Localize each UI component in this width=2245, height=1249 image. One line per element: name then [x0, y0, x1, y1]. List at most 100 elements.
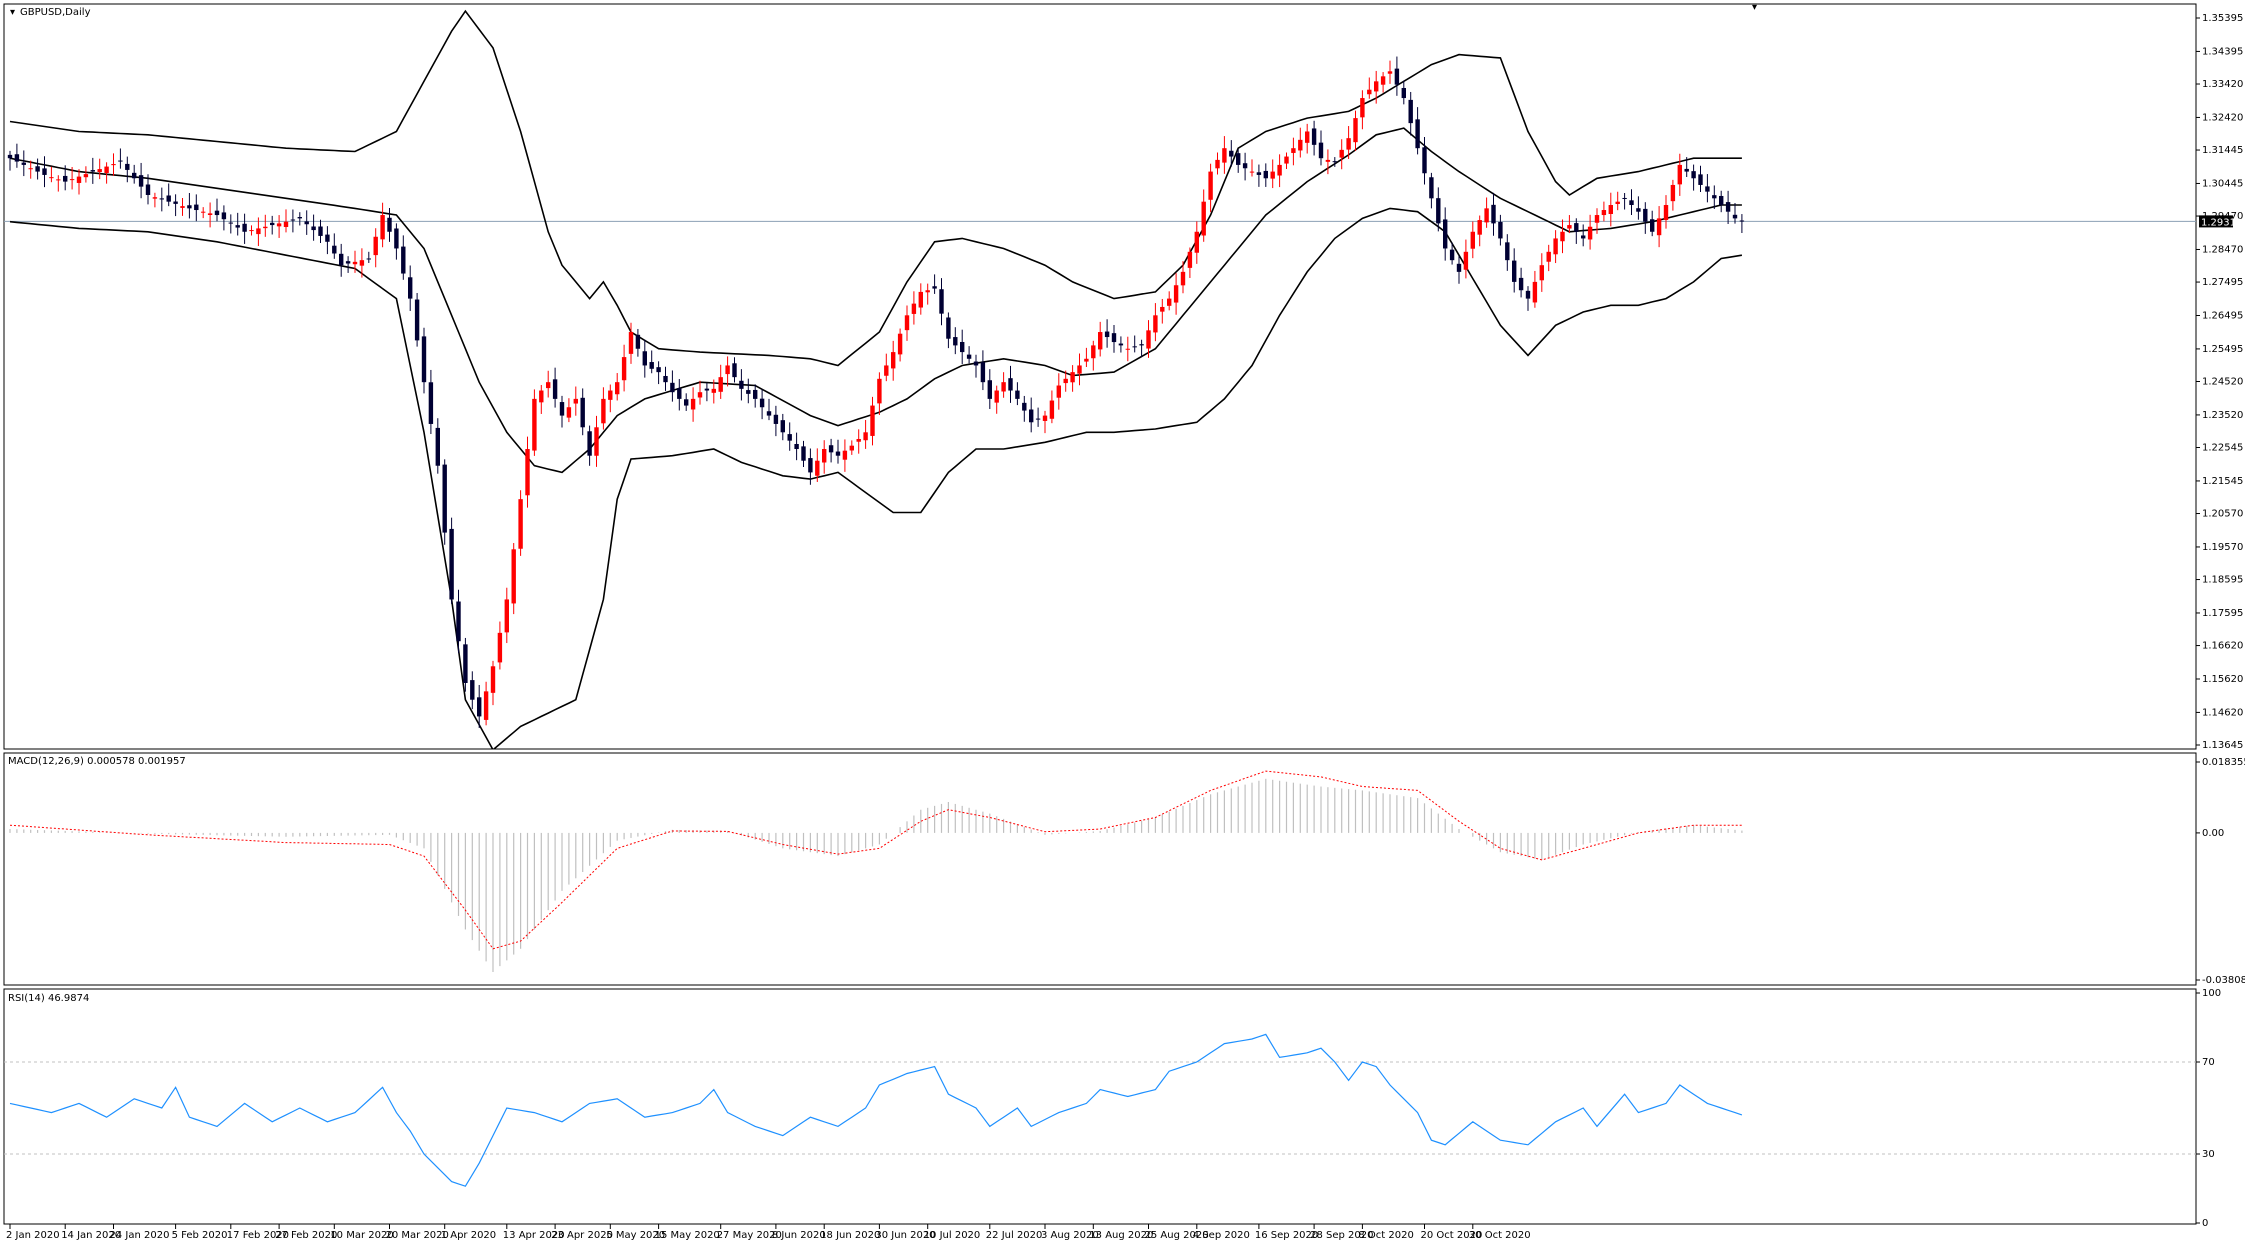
price-tick-label: 1.28470 [2202, 244, 2243, 255]
candle-body [1739, 220, 1745, 222]
candle-body [428, 382, 434, 424]
candle-body [1180, 271, 1186, 286]
current-price-tag: 1.29310 [2199, 215, 2242, 228]
candle-body [214, 210, 220, 216]
candle-body [670, 382, 675, 393]
rsi-tick-label: 0 [2202, 1218, 2208, 1229]
candle-body [1339, 149, 1344, 158]
candle-body [1691, 171, 1696, 179]
candle-body [125, 163, 130, 170]
candle-body [311, 226, 316, 231]
candle-body [973, 361, 979, 366]
candle-body [739, 380, 744, 389]
candle-body [56, 179, 61, 181]
candle-body [1084, 358, 1089, 362]
candle-body [1463, 251, 1469, 270]
candle-body [511, 549, 516, 604]
candle-body [401, 246, 406, 274]
date-tick-label: 8 Oct 2020 [1358, 1230, 1413, 1241]
candle-body [221, 212, 227, 220]
candle-body [1056, 385, 1061, 398]
price-tick-label: 1.27495 [2202, 277, 2243, 288]
candle-body [1394, 68, 1400, 85]
candle-body [1298, 139, 1303, 151]
date-tick-label: 27 Feb 2020 [275, 1230, 337, 1241]
candle-body [1367, 89, 1372, 95]
candle-body [194, 204, 199, 211]
candle-body [856, 438, 861, 442]
candle-body [704, 388, 710, 391]
candle-body [815, 460, 820, 476]
candle-body [987, 380, 992, 399]
candle-body [1456, 263, 1462, 272]
macd-tick-label: -0.03808 [2202, 975, 2245, 986]
candle-body [504, 599, 509, 633]
candle-body [1360, 98, 1365, 118]
candle-body [1277, 164, 1282, 176]
candle-body [235, 225, 240, 228]
candle-body [1546, 251, 1551, 262]
candle-body [249, 230, 254, 232]
candle-body [911, 303, 917, 314]
candle-body [559, 402, 565, 416]
candle-body [1650, 219, 1655, 232]
candle-body [601, 398, 606, 424]
candle-body [1643, 208, 1648, 222]
candle-body [159, 198, 164, 200]
candle-body [145, 184, 151, 195]
macd-tick-label: 0.00 [2202, 828, 2224, 839]
candle-body [870, 405, 875, 436]
candle-body [877, 378, 882, 404]
candle-body [263, 226, 268, 229]
candle-body [1270, 171, 1275, 179]
candle-body [1594, 215, 1600, 223]
candle-body [1622, 197, 1627, 199]
date-tick-label: 15 May 2020 [655, 1230, 720, 1241]
candle-body [780, 420, 785, 433]
dropdown-arrow-icon[interactable]: ▾ [10, 7, 15, 18]
candle-body [1173, 285, 1179, 303]
candle-body [615, 382, 620, 395]
candle-body [49, 177, 54, 179]
candle-body [1263, 170, 1268, 179]
candle-body [28, 168, 33, 170]
candle-body [442, 464, 447, 533]
candle-body [822, 449, 827, 463]
candle-body [1332, 161, 1337, 163]
candle-body [746, 390, 751, 394]
candle-body [1249, 171, 1255, 173]
scroll-marker-icon[interactable]: ▾ [1752, 2, 1757, 13]
candle-body [138, 175, 144, 187]
price-tick-label: 1.17595 [2202, 608, 2243, 619]
rsi-tick-label: 100 [2202, 988, 2221, 999]
candle-body [490, 666, 496, 693]
candle-body [1719, 195, 1724, 206]
candle-body [276, 223, 282, 227]
candle-body [394, 228, 399, 249]
candle-body [1305, 131, 1310, 143]
candle-body [339, 253, 344, 266]
trading-chart[interactable]: ▾ GBPUSD,Daily ▾ MACD(12,26,9) 0.000578 … [0, 0, 2245, 1249]
candle-body [753, 389, 758, 399]
candle-body [166, 195, 171, 202]
candle-body [628, 332, 634, 354]
candle-body [1346, 138, 1351, 150]
price-tick-label: 1.16620 [2202, 641, 2243, 652]
candle-body [1077, 365, 1082, 374]
candle-body [1146, 330, 1151, 349]
date-tick-label: 8 Jun 2020 [772, 1230, 826, 1241]
candle-body [497, 632, 503, 663]
candle-body [1484, 208, 1489, 223]
candle-body [918, 291, 923, 308]
candle-body [1429, 177, 1434, 199]
candle-body [111, 164, 116, 166]
candle-body [932, 286, 937, 289]
candle-body [690, 398, 696, 410]
candle-body [725, 365, 730, 375]
candle-body [684, 399, 689, 406]
candle-body [201, 211, 206, 213]
candle-body [939, 289, 944, 314]
date-tick-label: 18 Jun 2020 [820, 1230, 880, 1241]
price-tick-label: 1.21545 [2202, 476, 2243, 487]
candle-body [1560, 231, 1565, 242]
